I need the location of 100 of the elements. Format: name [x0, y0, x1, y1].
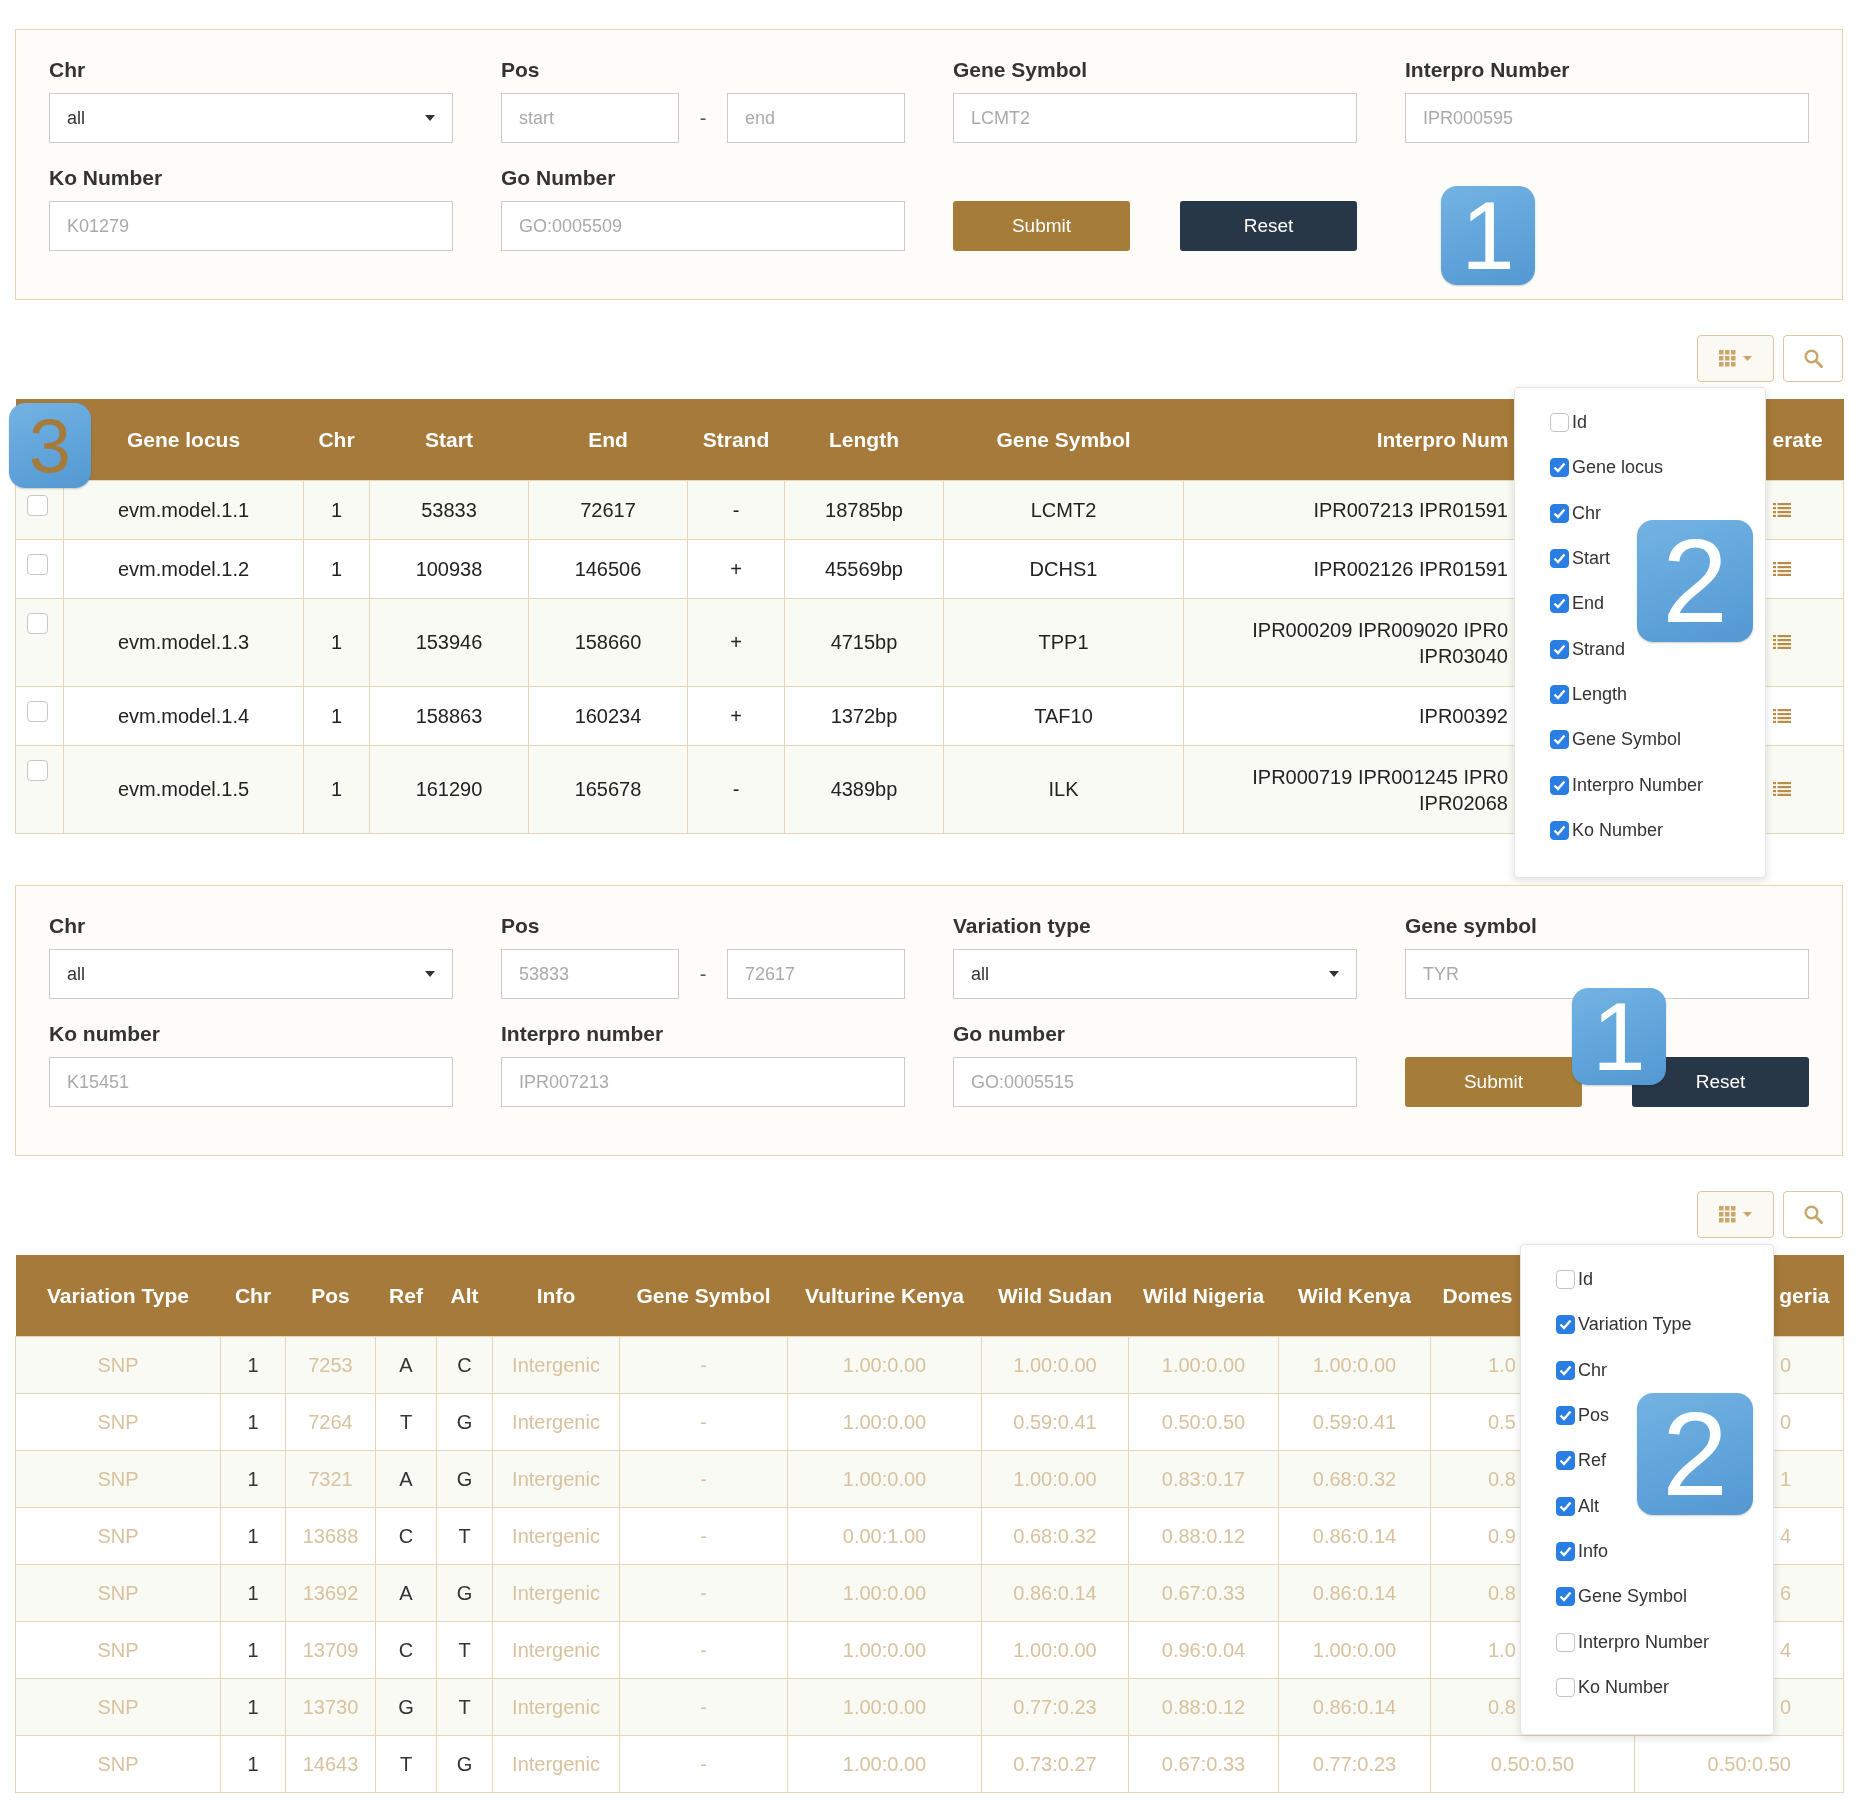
table-cell: 1	[247, 1524, 259, 1547]
table-cell: evm.model.1.4	[117, 704, 250, 727]
table-cell: 0.68:0.32	[1013, 1524, 1097, 1547]
table-cell: 1	[247, 1695, 259, 1718]
field-label: Interpro Number	[1405, 57, 1570, 83]
table-cell: 158863	[415, 704, 483, 727]
table-cell: 1.0	[1488, 1353, 1516, 1376]
table-cell: G	[456, 1752, 473, 1775]
table-cell: 165678	[574, 778, 642, 800]
table-cell: 72617	[580, 498, 636, 521]
table-cell: SNP	[97, 1524, 139, 1547]
table-cell: G	[398, 1695, 414, 1718]
table-cell: 0.8	[1488, 1467, 1516, 1490]
table-cell: 1.0	[1488, 1638, 1516, 1661]
table-cell: 0	[1779, 1410, 1791, 1433]
range-separator: -	[698, 962, 708, 986]
table-cell: 0.59:0.41	[1013, 1410, 1097, 1433]
badge-number: 2	[1662, 522, 1728, 640]
table-cell: 160234	[574, 704, 642, 727]
table-cell: 4715bp	[830, 631, 898, 653]
table-cell: IPR00392	[1419, 705, 1508, 727]
table-cell: 18785bp	[825, 498, 903, 521]
table-cell: -	[700, 1524, 707, 1547]
table-cell: T	[399, 1410, 413, 1433]
table-cell: 0.8	[1488, 1581, 1516, 1604]
table-cell: Intergenic	[512, 1581, 600, 1604]
field-label: Go Number	[501, 165, 616, 191]
table-cell: 1372bp	[830, 704, 898, 727]
table-cell: 0.59:0.41	[1312, 1410, 1397, 1433]
table-cell: SNP	[97, 1410, 139, 1433]
table-cell: G	[456, 1410, 473, 1433]
table-cell: 6	[1779, 1581, 1791, 1604]
table-cell: 0.67:0.33	[1161, 1581, 1246, 1604]
table-cell: G	[456, 1467, 473, 1490]
table-cell: 13688	[302, 1524, 359, 1547]
table-cell: A	[399, 1353, 413, 1376]
table-cell: 0.5	[1488, 1410, 1516, 1433]
table-cell: 45569bp	[825, 557, 903, 580]
table-cell: +	[730, 631, 742, 653]
table-cell: IPR000209 IPR009020 IPR0 IPR03040	[1252, 618, 1508, 667]
table-cell: TAF10	[1034, 704, 1093, 727]
table-cell: 161290	[415, 778, 483, 800]
table-cell: 7253	[308, 1353, 353, 1376]
table-cell: 1	[1779, 1467, 1791, 1490]
table-cell: 1	[247, 1467, 259, 1490]
table-cell: IPR007213 IPR01591	[1313, 499, 1508, 521]
table-cell: 1	[330, 557, 343, 580]
field-label: Gene symbol	[1405, 913, 1537, 939]
table-cell: A	[399, 1467, 413, 1490]
table-cell: 0.96:0.04	[1161, 1638, 1246, 1661]
table-cell: 0.8	[1488, 1695, 1516, 1718]
table-cell: +	[730, 557, 742, 580]
table-cell: 0.00:1.00	[842, 1524, 927, 1547]
table-cell: 1	[247, 1752, 259, 1775]
badge-number: 1	[1461, 187, 1515, 284]
table-cell: 1.00:0.00	[1312, 1353, 1397, 1376]
table-cell: SNP	[97, 1581, 139, 1604]
table-cell: SNP	[97, 1353, 139, 1376]
table-cell: 4	[1779, 1524, 1791, 1547]
table-cell: IPR002126 IPR01591	[1313, 558, 1508, 580]
table-cell: TPP1	[1038, 631, 1089, 653]
table-cell: 1	[330, 704, 343, 727]
table-cell: 1	[247, 1638, 259, 1661]
table-cell: 7264	[308, 1410, 353, 1433]
table-cell: Intergenic	[512, 1467, 600, 1490]
table-cell: evm.model.1.5	[117, 778, 250, 800]
table-cell: 1	[330, 631, 343, 653]
table-cell: 0.50:0.50	[1490, 1752, 1575, 1775]
table-cell: LCMT2	[1030, 498, 1097, 521]
table-cell: 1.00:0.00	[842, 1410, 927, 1433]
table-cell: 1	[330, 498, 343, 521]
table-cell: 1.00:0.00	[1013, 1353, 1097, 1376]
table-cell: 1	[247, 1353, 259, 1376]
field-label: Gene Symbol	[953, 57, 1088, 83]
table-cell: 1	[247, 1581, 259, 1604]
table-cell: 13692	[302, 1581, 359, 1604]
table-cell: C	[398, 1638, 414, 1661]
table-cell: 1	[330, 778, 343, 800]
table-cell: -	[700, 1695, 707, 1718]
table-cell: IPR000719 IPR001245 IPR0 IPR02068	[1252, 765, 1508, 814]
table-cell: -	[700, 1410, 707, 1433]
field-label: Chr	[49, 913, 86, 939]
table-cell: +	[730, 704, 742, 727]
table-cell: Intergenic	[512, 1638, 600, 1661]
table-cell: 1.00:0.00	[842, 1467, 927, 1490]
table-cell: -	[700, 1752, 707, 1775]
table-cell: 158660	[574, 631, 642, 653]
table-cell: T	[458, 1695, 471, 1718]
field-label: Pos	[501, 57, 540, 83]
table-cell: 4	[1779, 1638, 1791, 1661]
table-cell: 13730	[302, 1695, 359, 1718]
table-cell: 0.86:0.14	[1312, 1581, 1397, 1604]
field-label: Variation type	[953, 913, 1091, 939]
table-cell: -	[700, 1581, 707, 1604]
table-cell: Intergenic	[512, 1695, 600, 1718]
table-cell: 0	[1779, 1353, 1791, 1376]
table-cell: 0.68:0.32	[1312, 1467, 1397, 1490]
table-cell: ILK	[1048, 778, 1079, 800]
field-label: Ko Number	[49, 165, 163, 191]
table-cell: 0.86:0.14	[1013, 1581, 1097, 1604]
